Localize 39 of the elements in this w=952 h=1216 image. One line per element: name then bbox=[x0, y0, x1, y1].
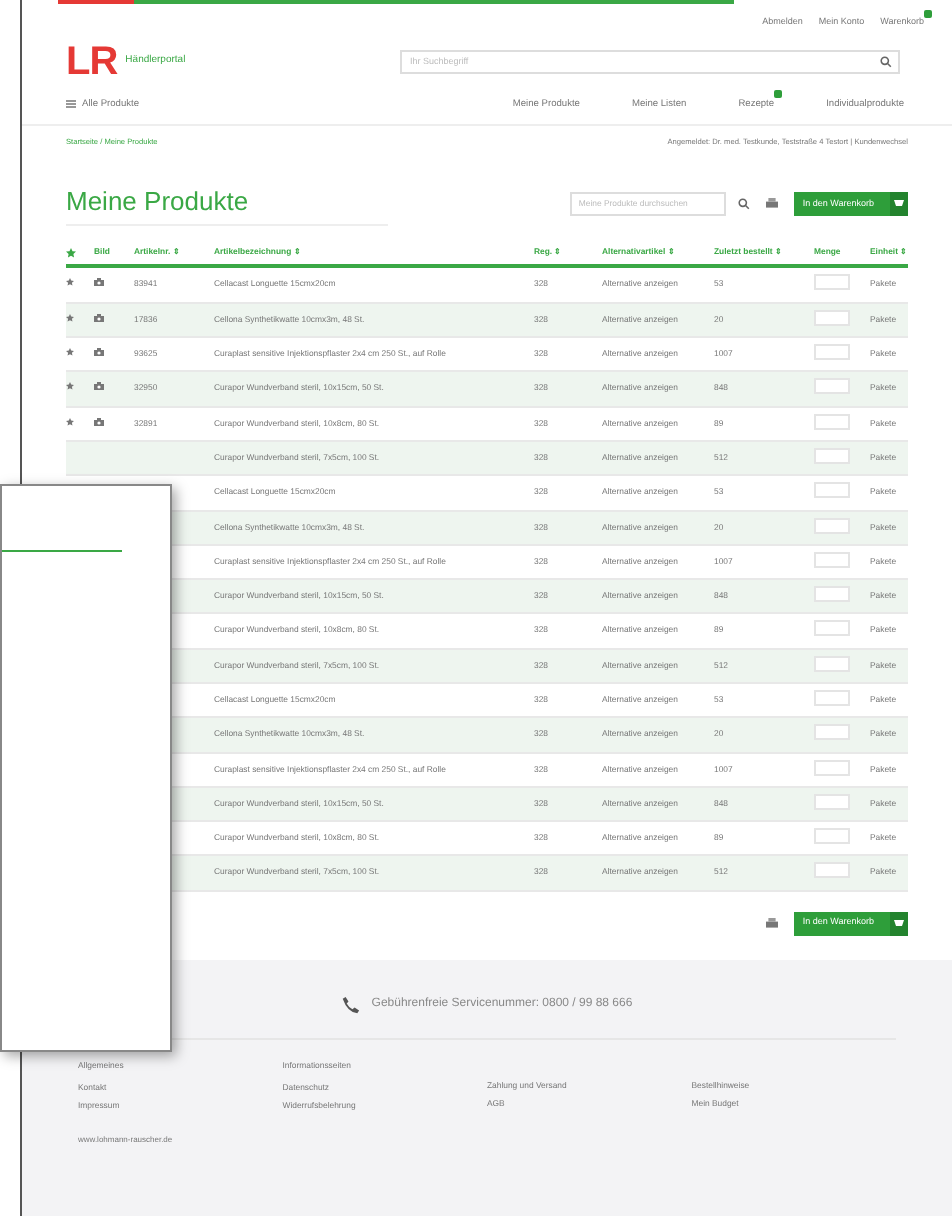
star-icon[interactable] bbox=[66, 313, 74, 322]
camera-icon[interactable] bbox=[94, 417, 104, 426]
quantity-field[interactable] bbox=[814, 724, 850, 741]
print-icon[interactable] bbox=[766, 917, 779, 930]
search-icon[interactable] bbox=[880, 55, 892, 68]
quantity-field[interactable] bbox=[814, 309, 850, 326]
star-icon[interactable] bbox=[66, 417, 74, 426]
camera-icon[interactable] bbox=[94, 278, 104, 287]
camera-icon[interactable] bbox=[94, 382, 104, 391]
phone-icon bbox=[341, 995, 360, 1014]
cart-icon bbox=[890, 911, 908, 936]
star-icon[interactable] bbox=[66, 278, 74, 287]
page-title: Meine Produkte bbox=[66, 181, 389, 227]
quantity-field[interactable] bbox=[814, 862, 850, 879]
camera-icon[interactable] bbox=[94, 348, 104, 357]
print-icon[interactable] bbox=[766, 197, 779, 210]
quantity-field[interactable] bbox=[814, 793, 850, 810]
quantity-field[interactable] bbox=[814, 344, 850, 361]
star-icon[interactable] bbox=[66, 382, 74, 391]
quantity-field[interactable] bbox=[814, 447, 850, 464]
cart-icon bbox=[890, 191, 908, 216]
star-icon[interactable] bbox=[66, 247, 76, 258]
quantity-field[interactable] bbox=[814, 551, 850, 568]
quantity-field[interactable] bbox=[814, 759, 850, 776]
star-icon[interactable] bbox=[66, 348, 74, 357]
quantity-field[interactable] bbox=[814, 274, 850, 291]
camera-icon[interactable] bbox=[94, 313, 104, 322]
search-icon[interactable] bbox=[738, 197, 751, 210]
quantity-field[interactable] bbox=[814, 655, 850, 672]
quantity-field[interactable] bbox=[814, 689, 850, 706]
quantity-field[interactable] bbox=[814, 586, 850, 603]
quantity-field[interactable] bbox=[814, 482, 850, 499]
quantity-field[interactable] bbox=[814, 413, 850, 430]
logo[interactable]: LR bbox=[66, 41, 118, 82]
quantity-field[interactable] bbox=[814, 378, 850, 395]
quantity-field[interactable] bbox=[814, 620, 850, 637]
menu-icon bbox=[66, 100, 76, 109]
quantity-field[interactable] bbox=[814, 828, 850, 845]
quantity-field[interactable] bbox=[814, 517, 850, 533]
